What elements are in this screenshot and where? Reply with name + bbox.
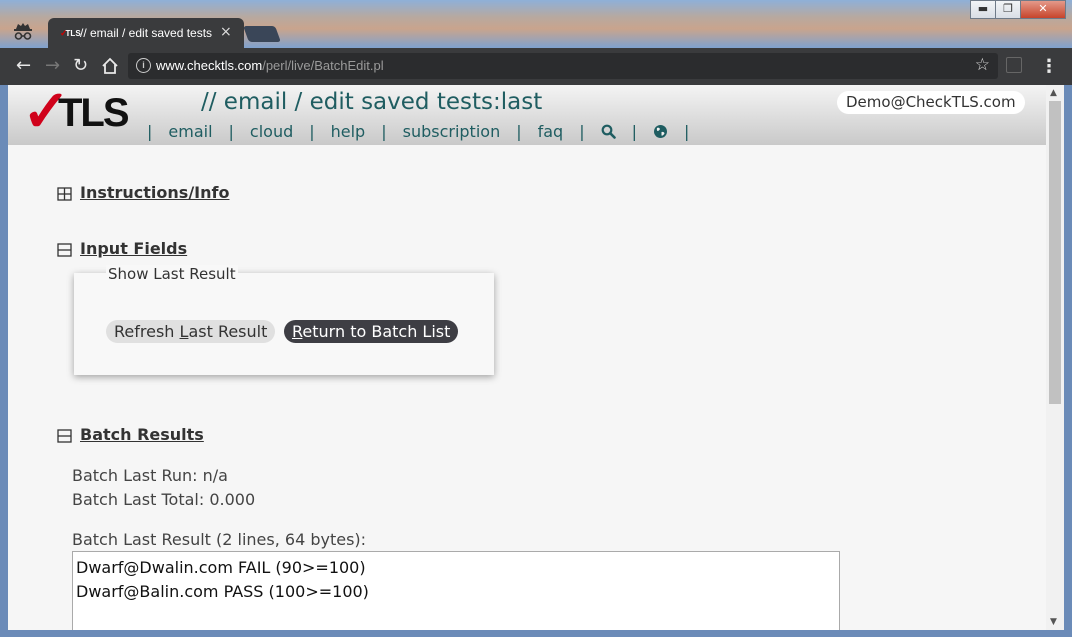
window-frame-right [1064, 85, 1072, 637]
browser-tab-active[interactable]: TLS // email / edit saved tests × [48, 18, 244, 48]
scroll-down-arrow-icon[interactable]: ▼ [1050, 617, 1057, 627]
panel-legend: Show Last Result [106, 265, 238, 283]
batch-last-total: Batch Last Total: 0.000 [72, 490, 256, 509]
new-tab-button[interactable] [243, 26, 281, 42]
nav-separator: | [309, 122, 315, 141]
collapse-minus-icon[interactable] [57, 243, 72, 257]
result-line: Dwarf@Dwalin.com FAIL (90>=100) [76, 558, 366, 577]
nav-separator: | [147, 122, 153, 141]
maximize-button[interactable]: ❐ [995, 0, 1021, 19]
window-titlebar: TLS // email / edit saved tests × ▬ ❐ ✕ [0, 0, 1072, 48]
expand-plus-icon[interactable] [57, 187, 72, 201]
browser-menu-icon[interactable]: ⋮ [1040, 56, 1058, 77]
tab-favicon-icon: TLS [60, 27, 81, 39]
nav-separator: | [631, 122, 637, 141]
nav-separator: | [683, 122, 690, 141]
show-last-result-panel: Show Last Result Refresh Last Result Ret… [74, 265, 494, 375]
nav-separator: | [516, 122, 522, 141]
window-controls: ▬ ❐ ✕ [970, 0, 1066, 19]
checktls-logo[interactable]: ✓ TLS [20, 85, 130, 143]
site-nav: | email | cloud | help | subscription | … [147, 122, 705, 141]
logo-text: TLS [58, 91, 130, 135]
nav-item-email[interactable]: email [168, 122, 212, 141]
address-bar[interactable]: i www.checktls.com/perl/live/BatchEdit.p… [128, 53, 998, 79]
globe-icon[interactable] [653, 124, 668, 139]
collapse-minus-icon[interactable] [57, 429, 72, 443]
section-input-fields-link[interactable]: Input Fields [80, 239, 187, 258]
batch-result-textarea[interactable]: Dwarf@Dwalin.com FAIL (90>=100) Dwarf@Ba… [72, 551, 840, 630]
tab-title: // email / edit saved tests [80, 26, 213, 40]
browser-toolbar: ← → ↻ i www.checktls.com/perl/live/Batch… [0, 48, 1072, 85]
extension-icon[interactable] [1006, 57, 1022, 73]
back-arrow-icon[interactable]: ← [16, 56, 31, 76]
return-to-batch-list-button[interactable]: Return to Batch List [284, 320, 459, 343]
minimize-button[interactable]: ▬ [970, 0, 996, 19]
scrollbar-thumb[interactable] [1049, 101, 1061, 404]
account-badge[interactable]: Demo@CheckTLS.com [837, 91, 1025, 114]
nav-separator: | [381, 122, 387, 141]
home-icon[interactable] [101, 57, 119, 75]
forward-arrow-icon[interactable]: → [45, 56, 60, 76]
site-info-icon[interactable]: i [136, 58, 151, 73]
section-instructions-link[interactable]: Instructions/Info [80, 183, 229, 202]
batch-last-run: Batch Last Run: n/a [72, 466, 228, 485]
nav-item-faq[interactable]: faq [538, 122, 564, 141]
page-title: // email / edit saved tests:last [201, 89, 543, 115]
result-line: Dwarf@Balin.com PASS (100>=100) [76, 582, 369, 601]
bookmark-star-icon[interactable]: ☆ [975, 55, 990, 75]
site-header: ✓ TLS // email / edit saved tests:last |… [8, 85, 1046, 145]
close-window-button[interactable]: ✕ [1020, 0, 1066, 19]
page-viewport: ✓ TLS // email / edit saved tests:last |… [8, 85, 1046, 630]
nav-item-cloud[interactable]: cloud [250, 122, 293, 141]
batch-last-result-label: Batch Last Result (2 lines, 64 bytes): [72, 530, 367, 549]
nav-item-subscription[interactable]: subscription [403, 122, 501, 141]
tab-close-icon[interactable]: × [220, 24, 232, 40]
window-frame-left [0, 85, 8, 630]
search-icon[interactable] [601, 124, 616, 139]
nav-separator: | [228, 122, 234, 141]
incognito-icon [14, 23, 32, 40]
section-batch-results-link[interactable]: Batch Results [80, 425, 204, 444]
vertical-scrollbar[interactable]: ▲ ▼ [1046, 85, 1064, 630]
nav-item-help[interactable]: help [331, 122, 366, 141]
scroll-up-arrow-icon[interactable]: ▲ [1050, 88, 1057, 98]
address-url: www.checktls.com/perl/live/BatchEdit.pl [156, 58, 384, 73]
window-frame-bottom [0, 630, 1072, 637]
reload-icon[interactable]: ↻ [73, 56, 88, 76]
refresh-last-result-button[interactable]: Refresh Last Result [106, 320, 276, 343]
nav-separator: | [579, 122, 585, 141]
